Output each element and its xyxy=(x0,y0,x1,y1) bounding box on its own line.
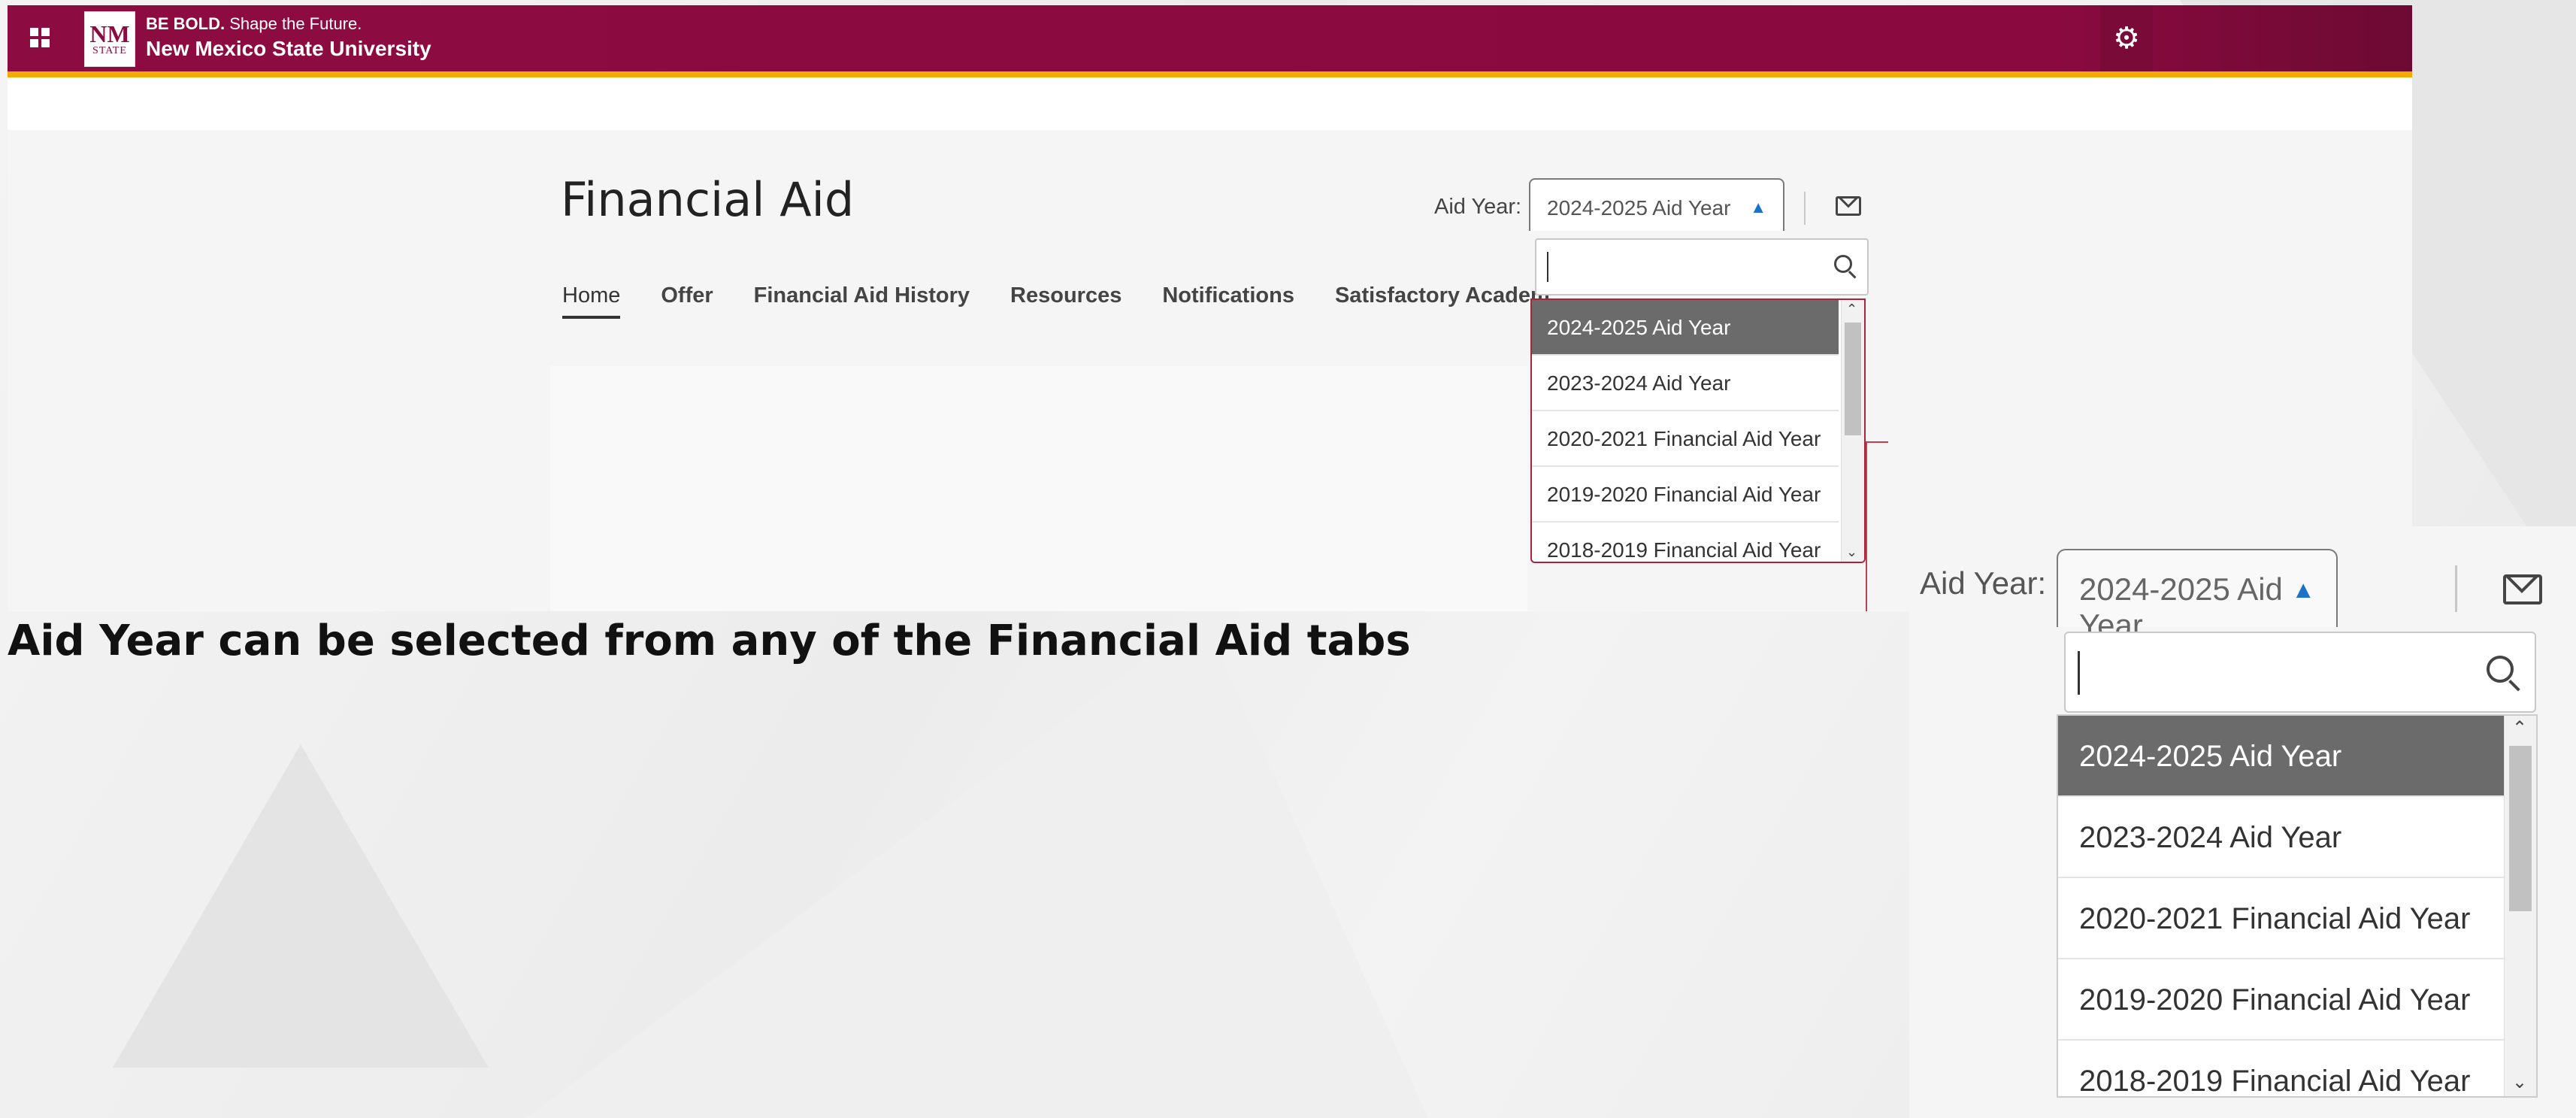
subheader-strip xyxy=(8,77,2412,130)
aid-year-option[interactable]: 2024-2025 Aid Year xyxy=(2058,716,2505,797)
university-logo[interactable]: NM STATE xyxy=(84,11,135,67)
aid-year-option[interactable]: 2023-2024 Aid Year xyxy=(2058,797,2505,878)
content-area xyxy=(550,366,1527,611)
chevron-up-icon: ▲ xyxy=(1750,198,1766,217)
aid-year-dropdown: 2024-2025 Aid Year 2023-2024 Aid Year 20… xyxy=(2057,714,2538,1098)
aid-year-search-field[interactable] xyxy=(1535,238,1869,295)
aid-year-search-field[interactable] xyxy=(2064,632,2536,713)
tab-financial-aid-history[interactable]: Financial Aid History xyxy=(754,283,970,319)
aid-year-option[interactable]: 2020-2021 Financial Aid Year xyxy=(2058,878,2505,959)
divider xyxy=(2455,565,2457,612)
page-title: Financial Aid xyxy=(561,172,855,227)
scrollbar-thumb[interactable] xyxy=(1845,323,1861,435)
tab-resources[interactable]: Resources xyxy=(1010,283,1122,319)
text-cursor xyxy=(2078,651,2080,695)
chevron-up-icon: ▲ xyxy=(2291,576,2315,603)
university-name: New Mexico State University xyxy=(146,37,431,60)
top-navigation-bar: NM STATE BE BOLD. Shape the Future. New … xyxy=(8,5,2412,71)
accent-stripe xyxy=(8,71,2412,77)
aid-year-selected: 2024-2025 Aid Year xyxy=(1547,196,1731,220)
search-icon xyxy=(2487,656,2514,683)
scrollbar-thumb[interactable] xyxy=(2509,746,2532,911)
aid-year-select[interactable]: 2024-2025 Aid Year ▲ xyxy=(2057,549,2338,643)
tab-satisfactory-academic[interactable]: Satisfactory Academ xyxy=(1335,283,1550,319)
tab-bar: Home Offer Financial Aid History Resourc… xyxy=(562,283,1591,319)
tab-notifications[interactable]: Notifications xyxy=(1162,283,1294,319)
aid-year-select[interactable]: 2024-2025 Aid Year ▲ xyxy=(1529,178,1784,231)
card-border xyxy=(1866,441,1867,611)
apps-grid-icon[interactable] xyxy=(30,28,50,47)
scroll-down-icon[interactable]: ⌄ xyxy=(1846,544,1857,560)
brand-tagline: BE BOLD. Shape the Future. xyxy=(146,14,362,34)
mail-icon[interactable] xyxy=(2503,574,2542,604)
dropdown-scrollbar[interactable]: ⌃ ⌄ xyxy=(2504,716,2536,1096)
tagline-bold: BE BOLD. xyxy=(146,14,226,33)
gear-icon: ⚙ xyxy=(2113,22,2140,55)
aid-year-option[interactable]: 2024-2025 Aid Year xyxy=(1532,300,1839,356)
app-screenshot: NM STATE BE BOLD. Shape the Future. New … xyxy=(8,5,2412,611)
tab-offer[interactable]: Offer xyxy=(661,283,713,319)
card-border xyxy=(1866,441,1888,443)
mail-icon[interactable] xyxy=(1836,196,1861,216)
search-icon xyxy=(1834,255,1852,273)
aid-year-dropdown: 2024-2025 Aid Year 2023-2024 Aid Year 20… xyxy=(1530,298,1866,563)
scroll-up-icon[interactable]: ⌃ xyxy=(2512,717,2527,739)
logo-text: NM xyxy=(89,20,130,47)
aid-year-label: Aid Year: xyxy=(1920,565,2047,601)
scroll-down-icon[interactable]: ⌄ xyxy=(2512,1071,2527,1093)
zoomed-inset: Aid Year: 2024-2025 Aid Year ▲ 2024-2025… xyxy=(1909,526,2576,1118)
tagline-rest: Shape the Future. xyxy=(225,14,362,33)
aid-year-label: Aid Year: xyxy=(1434,195,1522,219)
aid-year-option[interactable]: 2018-2019 Financial Aid Year xyxy=(2058,1041,2505,1096)
scroll-up-icon[interactable]: ⌃ xyxy=(1846,301,1857,317)
dropdown-scrollbar[interactable]: ⌃ ⌄ xyxy=(1841,300,1864,562)
aid-year-option[interactable]: 2019-2020 Financial Aid Year xyxy=(2058,959,2505,1041)
text-cursor xyxy=(1547,252,1548,282)
instruction-caption: Aid Year can be selected from any of the… xyxy=(8,617,1411,665)
aid-year-option[interactable]: 2020-2021 Financial Aid Year xyxy=(1532,411,1839,467)
divider xyxy=(1804,192,1806,225)
settings-button[interactable]: ⚙ xyxy=(2100,5,2153,71)
aid-year-option[interactable]: 2018-2019 Financial Aid Year xyxy=(1532,523,1839,562)
tab-home[interactable]: Home xyxy=(562,283,621,319)
aid-year-option[interactable]: 2023-2024 Aid Year xyxy=(1532,356,1839,411)
logo-subtext: STATE xyxy=(92,45,127,56)
aid-year-option[interactable]: 2019-2020 Financial Aid Year xyxy=(1532,467,1839,523)
